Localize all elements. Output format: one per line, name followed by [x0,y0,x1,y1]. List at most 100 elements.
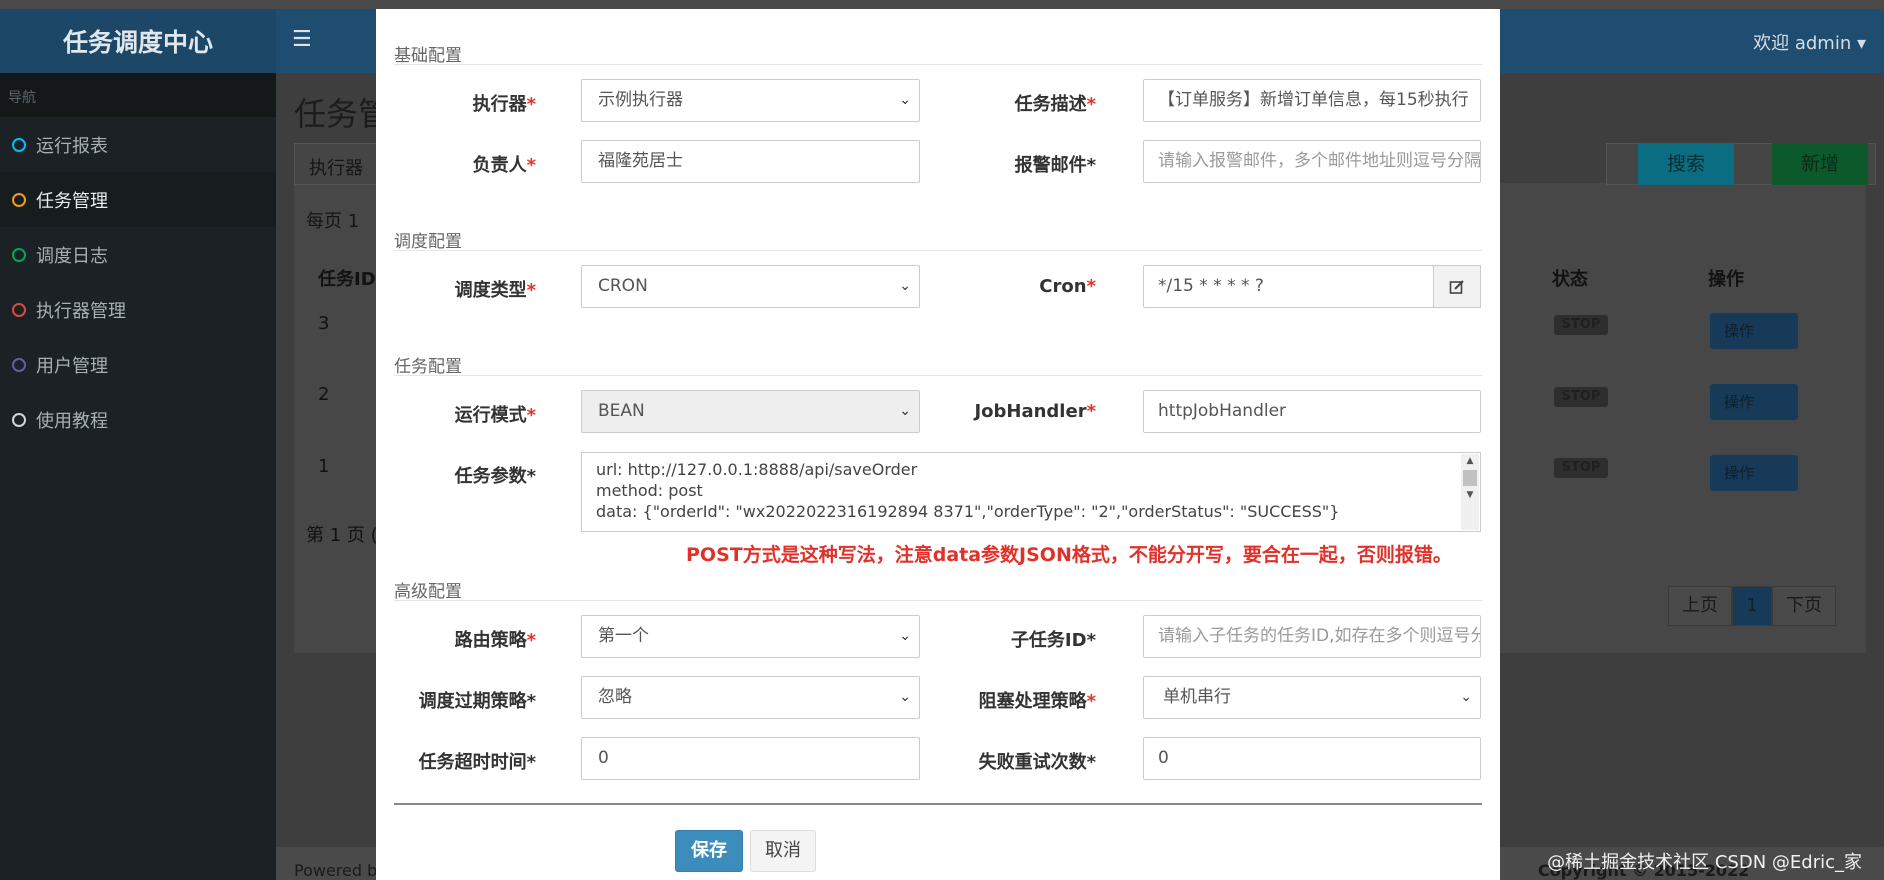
next-page-button[interactable]: 下页 [1772,586,1836,626]
cron-label: Cron* [936,276,1096,297]
alarm-email-input[interactable]: 请输入报警邮件，多个邮件地址则逗号分隔 [1143,140,1481,183]
per-page-label: 每页 1 [306,207,359,233]
per-page-text: 每页 [306,211,342,232]
sidebar-item-label: 调度日志 [36,245,108,267]
sidebar-item-tutorial[interactable]: 使用教程 [0,392,276,447]
executor-value: 示例执行器 [598,90,683,110]
section-advanced-title: 高级配置 [394,582,462,602]
retry-input[interactable]: 0 [1143,737,1481,780]
sidebar-item-label: 执行器管理 [36,300,126,322]
sidebar-item-label: 任务管理 [36,190,108,212]
section-schedule-title: 调度配置 [394,232,462,252]
scroll-up-icon[interactable]: ▲ [1461,454,1479,468]
schedule-type-select[interactable]: CRON ⌄ [581,265,920,308]
label-text: 运行模式 [454,405,527,426]
child-id-input[interactable]: 请输入子任务的任务ID,如存在多个则逗号分隔 [1143,615,1481,658]
timeout-input[interactable]: 0 [581,737,920,780]
required-mark: * [526,155,536,176]
params-textarea[interactable]: url: http://127.0.0.1:8888/api/saveOrder… [581,452,1481,532]
watermark: @稀土掘金技术社区 CSDN @Edric_家 [1547,852,1862,873]
params-line: method: post [596,481,703,500]
label-text: 负责人 [472,155,527,176]
label-text: 路由策略 [454,630,527,651]
block-strategy-select[interactable]: 单机串行 ⌄ [1143,676,1481,719]
row-op-button[interactable]: 操作 [1710,384,1798,420]
save-button[interactable]: 保存 [675,830,743,872]
circle-icon [12,137,26,152]
add-button[interactable]: 新增 [1772,143,1868,185]
sidebar-item-jobs[interactable]: 任务管理 [0,172,276,227]
user-menu[interactable]: 欢迎 admin ▾ [1753,29,1866,55]
row-op-button[interactable]: 操作 [1710,313,1798,349]
sidebar-item-label: 使用教程 [36,410,108,432]
prev-page-button[interactable]: 上页 [1668,586,1732,626]
misfire-label: 调度过期策略* [418,691,536,712]
divider [394,250,1482,251]
circle-icon [12,412,26,427]
params-label: 任务参数* [454,466,536,487]
search-button[interactable]: 搜索 [1638,143,1734,185]
job-handler-input[interactable]: httpJobHandler [1143,390,1481,433]
status-badge: STOP [1554,458,1608,478]
chevron-down-icon: ⌄ [1460,689,1472,705]
divider [394,375,1482,376]
run-mode-select[interactable]: BEAN ⌄ [581,390,920,433]
sidebar-item-users[interactable]: 用户管理 [0,337,276,392]
status-badge: STOP [1554,387,1608,407]
column-header-ops: 操作 [1708,269,1744,290]
per-page-value[interactable]: 1 [348,211,359,232]
sidebar-item-executors[interactable]: 执行器管理 [0,282,276,337]
retry-label: 失败重试次数* [978,752,1096,773]
job-handler-label: JobHandler* [936,401,1096,422]
status-badge: STOP [1554,315,1608,335]
hamburger-icon[interactable]: ☰ [292,27,312,52]
divider [394,803,1482,805]
sidebar-item-label: 用户管理 [36,355,108,377]
cancel-button[interactable]: 取消 [750,830,816,872]
misfire-select[interactable]: 忽略 ⌄ [581,676,920,719]
chevron-down-icon: ⌄ [899,403,911,419]
owner-input[interactable]: 福隆苑居士 [581,140,920,183]
current-page-button[interactable]: 1 [1732,586,1772,626]
browser-strip [0,0,1884,9]
misfire-value: 忽略 [598,687,632,707]
required-mark: * [1086,691,1096,712]
run-mode-value: BEAN [598,401,645,421]
scroll-thumb[interactable] [1463,470,1477,486]
chevron-down-icon: ⌄ [899,689,911,705]
label-text: JobHandler [974,401,1087,422]
params-line: data: {"orderId": "wx2022022316192894 83… [596,502,1340,521]
divider [394,64,1482,65]
chevron-down-icon: ⌄ [899,628,911,644]
schedule-type-value: CRON [598,276,648,296]
edit-icon[interactable] [1433,265,1481,308]
label-text: 阻塞处理策略 [978,691,1087,712]
footer-left: Powered b [294,861,378,880]
sidebar-item-logs[interactable]: 调度日志 [0,227,276,282]
scroll-down-icon[interactable]: ▼ [1461,488,1479,502]
sidebar-item-label: 运行报表 [36,135,108,157]
desc-input[interactable]: 【订单服务】新增订单信息，每15秒执行 [1143,79,1481,122]
desc-label: 任务描述* [936,90,1096,116]
route-select[interactable]: 第一个 ⌄ [581,615,920,658]
circle-icon [12,192,26,207]
app-logo[interactable]: 任务调度中心 [0,9,276,73]
cron-input[interactable]: */15 * * * * ? [1143,265,1434,308]
sidebar-item-report[interactable]: 运行报表 [0,117,276,172]
table-row-id: 3 [318,313,330,334]
scrollbar[interactable]: ▲ ▼ [1461,454,1479,530]
column-header-status: 状态 [1552,269,1588,290]
table-row-id: 1 [318,456,330,477]
label-text: 执行器 [472,94,527,115]
timeout-label: 任务超时时间* [418,752,536,773]
schedule-type-label: 调度类型* [376,276,536,302]
circle-icon [12,302,26,317]
required-mark: * [526,630,536,651]
executor-select[interactable]: 示例执行器 ⌄ [581,79,920,122]
params-line: url: http://127.0.0.1:8888/api/saveOrder [596,460,918,479]
child-id-label: 子任务ID* [1010,630,1096,651]
executor-filter[interactable]: 执行器 [294,143,384,185]
row-op-button[interactable]: 操作 [1710,455,1798,491]
section-job-title: 任务配置 [394,357,462,377]
post-format-note: POST方式是这种写法，注意data参数JSON格式，不能分开写，要合在一起，否… [686,544,1452,566]
